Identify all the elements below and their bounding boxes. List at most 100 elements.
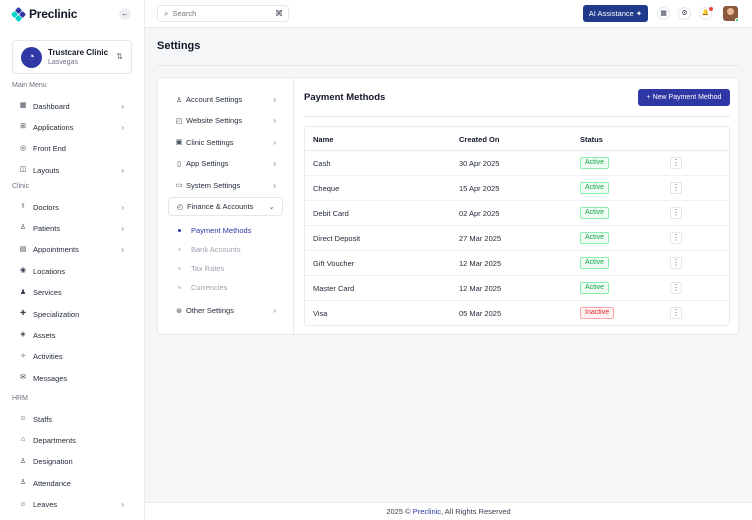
settings-subitem-payment-methods[interactable]: Payment Methods — [178, 224, 251, 236]
column-created-on[interactable]: Created On — [459, 135, 499, 144]
chevron-right-icon: › — [273, 116, 276, 126]
settings-subitem-bank-accounts[interactable]: Bank Accounts — [178, 243, 241, 255]
sidebar-item-label: Applications — [33, 122, 74, 132]
sidebar-item-staffs[interactable]: ☺ Staffs — [12, 411, 132, 427]
row-menu-kebab-icon[interactable]: ⋮ — [670, 282, 682, 294]
row-menu-kebab-icon[interactable]: ⋮ — [670, 232, 682, 244]
table-header: Name Created On Status — [305, 127, 729, 151]
search-box[interactable]: ⌕ ⌘ — [157, 5, 289, 22]
settings-item-clinic-settings[interactable]: ▣ Clinic Settings › — [168, 133, 283, 152]
sidebar-item-leaves[interactable]: ☺ Leaves › — [12, 497, 132, 513]
bullet-dot — [178, 228, 181, 232]
account-settings-icon: ♙ — [175, 96, 183, 104]
sidebar-item-dashboard[interactable]: ▦ Dashboard › — [12, 98, 132, 114]
command-key-icon: ⌘ — [275, 9, 283, 18]
settings-item-system-settings[interactable]: ▭ System Settings › — [168, 176, 283, 195]
sidebar-item-locations[interactable]: ◉ Locations — [12, 263, 132, 279]
app-settings-icon: ▯ — [177, 160, 181, 168]
footer-prefix: 2025 © — [386, 507, 413, 516]
sidebar-item-label: Patients — [33, 223, 61, 233]
cell-name: Master Card — [313, 284, 355, 293]
row-menu-kebab-icon[interactable]: ⋮ — [670, 207, 682, 219]
sidebar-item-departments[interactable]: ⌂ Departments — [12, 432, 132, 448]
chevron-right-icon: › — [273, 159, 276, 169]
row-menu-kebab-icon[interactable]: ⋮ — [670, 257, 682, 269]
sidebar-section-hrm: HRM — [12, 395, 28, 402]
settings-item-account-settings[interactable]: ♙ Account Settings › — [168, 90, 283, 109]
clinic-location: Lasvegas — [48, 59, 78, 66]
online-status-dot — [735, 18, 739, 22]
sidebar-specialization-icon: ✚ — [20, 310, 26, 317]
settings-subitem-label: Payment Methods — [191, 225, 252, 235]
table-row: Visa 05 Mar 2025 Inactive ⋮ — [305, 301, 729, 326]
sidebar-item-services[interactable]: ♟ Services — [12, 285, 132, 301]
sidebar-assets-icon: ◈ — [20, 331, 26, 339]
settings-item-label: Account Settings — [186, 95, 243, 104]
sidebar-departments-icon: ⌂ — [20, 436, 26, 444]
settings-item-label: App Settings — [186, 159, 229, 169]
cell-created-on: 15 Apr 2025 — [459, 184, 500, 193]
sidebar-item-doctors[interactable]: ⚕ Doctors › — [12, 199, 132, 215]
status-badge: Active — [580, 207, 610, 219]
sidebar-item-applications[interactable]: ⊞ Applications › — [12, 119, 132, 135]
clinic-logo-icon: ◔ — [21, 46, 42, 68]
sidebar-item-attendance[interactable]: ♙ Attendance — [12, 475, 132, 491]
cell-created-on: 02 Apr 2025 — [459, 209, 500, 218]
sidebar-designation-icon: ♙ — [19, 457, 27, 465]
sidebar-item-label: Services — [33, 288, 62, 298]
cell-created-on: 27 Mar 2025 — [459, 234, 502, 243]
sidebar-item-designation[interactable]: ♙ Designation — [12, 454, 132, 470]
sidebar-section-main-menu: Main Menu — [12, 82, 47, 89]
row-menu-kebab-icon[interactable]: ⋮ — [670, 157, 682, 169]
sidebar-item-label: Front End — [33, 144, 66, 154]
sidebar-item-label: Attendance — [33, 478, 71, 488]
search-input[interactable] — [172, 9, 273, 18]
row-menu-kebab-icon[interactable]: ⋮ — [670, 307, 682, 319]
sidebar-item-messages[interactable]: ✉ Messages — [12, 370, 132, 386]
section-divider — [304, 116, 730, 117]
row-menu-kebab-icon[interactable]: ⋮ — [670, 182, 682, 194]
sidebar-item-label: Layouts — [33, 165, 60, 175]
table-row: Master Card 12 Mar 2025 Active ⋮ — [305, 276, 729, 301]
topbar: ⌕ ⌘ AI Assistance ✦ ▦ ⚙ 🔔 — [145, 0, 752, 28]
table-row: Cash 30 Apr 2025 Active ⋮ — [305, 151, 729, 176]
calendar-icon[interactable]: ▦ — [657, 7, 670, 20]
bullet-dot — [178, 285, 181, 289]
footer-brand-link[interactable]: Preclinic — [413, 507, 441, 516]
sidebar-activities-icon: ✧ — [20, 352, 26, 360]
sidebar-item-specialization[interactable]: ✚ Specialization — [12, 306, 132, 322]
ai-assistance-button[interactable]: AI Assistance ✦ — [583, 5, 648, 22]
cell-created-on: 12 Mar 2025 — [459, 259, 502, 268]
clinic-name: Trustcare Clinic — [48, 48, 109, 57]
notification-dot — [709, 7, 713, 11]
search-icon: ⌕ — [164, 8, 169, 18]
website-settings-icon: ◰ — [175, 117, 183, 125]
chevron-right-icon: › — [273, 306, 276, 315]
sidebar-item-layouts[interactable]: ◫ Layouts › — [12, 162, 132, 178]
new-payment-method-button[interactable]: + New Payment Method — [638, 89, 730, 106]
cell-name: Cheque — [313, 184, 340, 193]
chevron-right-icon: › — [121, 122, 124, 132]
sidebar-item-label: Doctors — [33, 202, 59, 212]
settings-item-app-settings[interactable]: ▯ App Settings › — [168, 154, 283, 173]
sidebar-item-label: Staffs — [33, 414, 53, 424]
sidebar-item-appointments[interactable]: ▤ Appointments › — [12, 242, 132, 258]
sidebar-item-front-end[interactable]: ◎ Front End — [12, 141, 132, 157]
sidebar-collapse-icon[interactable]: ← — [119, 8, 131, 20]
settings-subitem-currencies[interactable]: Currencies — [178, 281, 227, 293]
sidebar-item-assets[interactable]: ◈ Assets — [12, 327, 132, 343]
chevron-right-icon: › — [121, 202, 124, 212]
settings-gear-icon[interactable]: ⚙ — [678, 7, 691, 20]
clinic-switcher[interactable]: ◔ Trustcare Clinic Lasvegas ⇅ — [12, 40, 132, 74]
sidebar-item-label: Messages — [33, 373, 68, 383]
sidebar-item-label: Leaves — [33, 500, 58, 510]
column-name[interactable]: Name — [313, 135, 333, 144]
sidebar-item-patients[interactable]: ♙ Patients › — [12, 220, 132, 236]
sidebar-item-activities[interactable]: ✧ Activities — [12, 349, 132, 365]
settings-item-finance-and-accounts[interactable]: ◴ Finance & Accounts ⌄ — [168, 197, 283, 216]
cell-created-on: 05 Mar 2025 — [459, 309, 502, 318]
settings-subitem-tax-rates[interactable]: Tax Rates — [178, 262, 224, 274]
settings-item-other-settings[interactable]: ⊛ Other Settings › — [168, 301, 283, 320]
column-status[interactable]: Status — [580, 135, 603, 144]
settings-item-website-settings[interactable]: ◰ Website Settings › — [168, 111, 283, 130]
